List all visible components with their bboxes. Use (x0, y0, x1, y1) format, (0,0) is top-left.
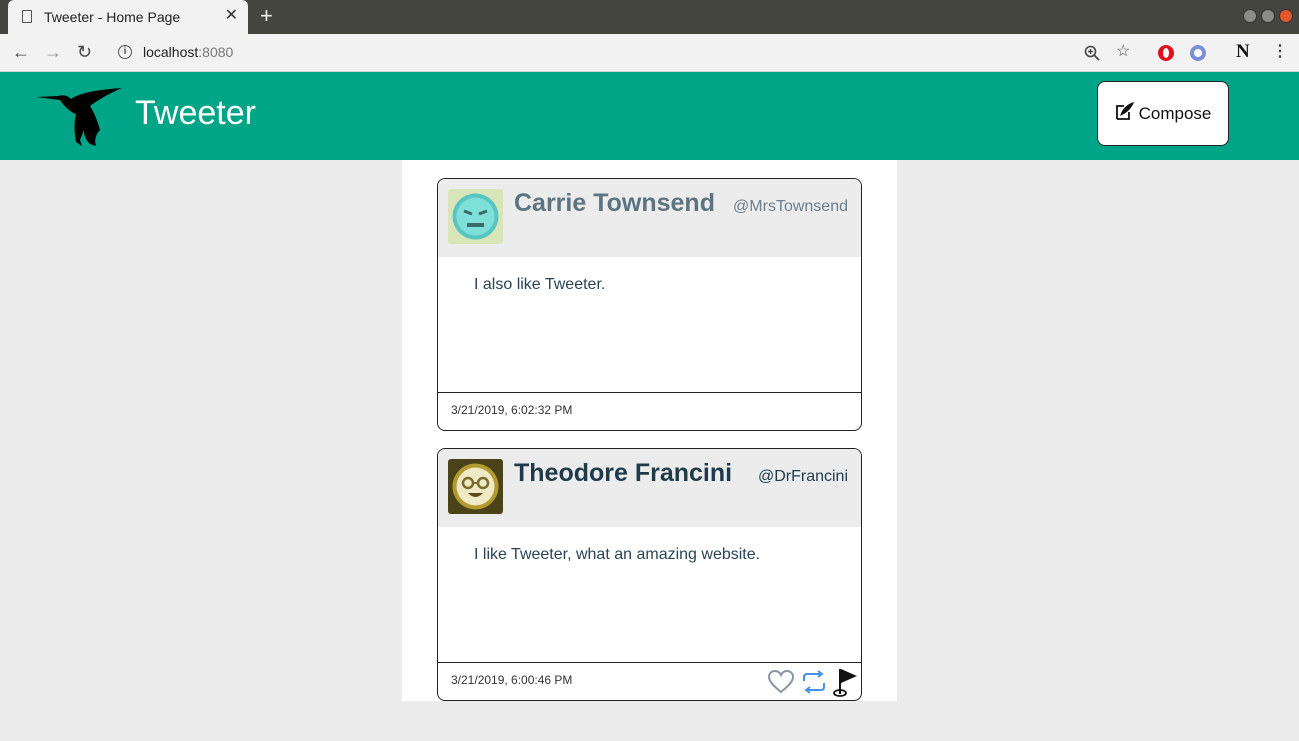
maximize-button[interactable] (1261, 9, 1275, 23)
minimize-button[interactable] (1243, 9, 1257, 23)
new-tab-button[interactable]: + (260, 4, 273, 28)
tweet-header: Theodore Francini @DrFrancini (438, 449, 861, 527)
tweet-header: Carrie Townsend @MrsTownsend (438, 179, 861, 257)
url-host: localhost (143, 44, 199, 60)
author-name: Carrie Townsend (514, 189, 715, 217)
author-name: Theodore Francini (514, 459, 733, 487)
avatar (448, 189, 503, 244)
app-header: Tweeter Compose (0, 72, 1299, 160)
tweet-timestamp: 3/21/2019, 6:00:46 PM (451, 673, 573, 687)
url-field[interactable]: localhost:8080 (143, 44, 233, 60)
hummingbird-logo-icon (36, 88, 122, 146)
tab-title: Tweeter - Home Page (44, 9, 181, 25)
compose-button[interactable]: Compose (1097, 81, 1229, 146)
tweet-card: Theodore Francini @DrFrancini I like Twe… (437, 448, 862, 701)
zoom-icon[interactable] (1084, 45, 1100, 61)
close-window-button[interactable] (1279, 9, 1293, 23)
tweet-timestamp: 3/21/2019, 6:02:32 PM (451, 403, 573, 417)
bookmark-star-icon[interactable]: ☆ (1116, 42, 1130, 62)
tweet-actions (767, 666, 859, 698)
address-bar: ← → ↻ i localhost:8080 ☆ N ⋮ (0, 34, 1299, 72)
reload-icon[interactable]: ↻ (77, 42, 92, 62)
tab-close-icon[interactable]: ✕ (225, 7, 238, 25)
extension-icon[interactable] (1189, 44, 1207, 62)
avatar (448, 459, 503, 514)
tweet-text: I also like Tweeter. (474, 276, 606, 293)
author-handle: @DrFrancini (757, 468, 848, 485)
quill-icon (1115, 101, 1134, 120)
app-title: Tweeter (135, 94, 256, 132)
back-icon[interactable]: ← (12, 42, 30, 62)
opera-extension-icon[interactable] (1157, 44, 1175, 62)
page-icon (22, 10, 32, 23)
author-handle: @MrsTownsend (733, 198, 848, 215)
compose-label: Compose (1138, 103, 1212, 123)
window-controls (1243, 9, 1293, 23)
tweet-feed: Carrie Townsend @MrsTownsend I also like… (402, 160, 897, 701)
tweet-card: Carrie Townsend @MrsTownsend I also like… (437, 178, 862, 431)
menu-icon[interactable]: ⋮ (1272, 42, 1288, 62)
retweet-icon[interactable] (801, 669, 827, 695)
like-heart-icon[interactable] (767, 669, 795, 695)
flag-report-icon[interactable] (833, 666, 859, 698)
url-port: :8080 (198, 44, 234, 60)
site-info-icon[interactable]: i (118, 45, 132, 59)
n-extension-icon[interactable]: N (1236, 42, 1250, 62)
forward-icon[interactable]: → (44, 42, 62, 62)
browser-tab-bar: Tweeter - Home Page ✕ + (0, 0, 1299, 34)
tweet-text: I like Tweeter, what an amazing website. (474, 546, 761, 563)
browser-tab[interactable]: Tweeter - Home Page ✕ (8, 0, 248, 34)
tweet-footer: 3/21/2019, 6:00:46 PM (438, 662, 861, 700)
tweet-footer: 3/21/2019, 6:02:32 PM (438, 392, 861, 430)
